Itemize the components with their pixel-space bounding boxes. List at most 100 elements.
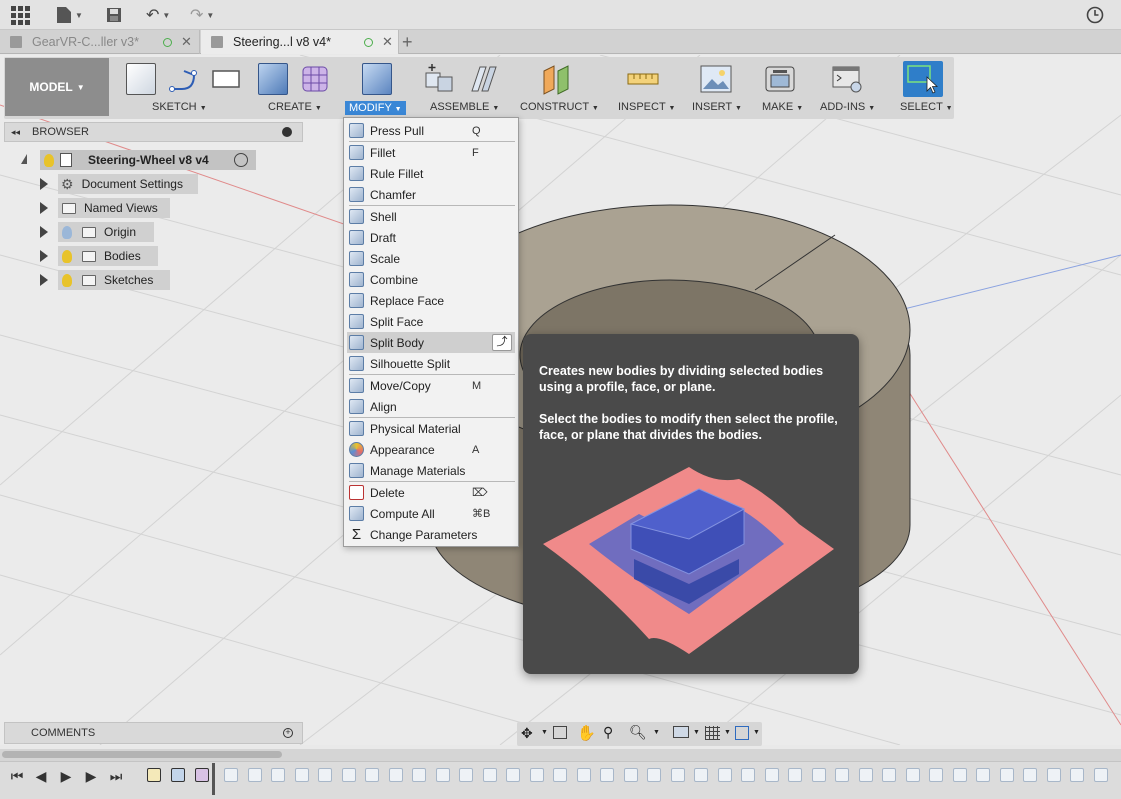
select-group-label[interactable]: SELECT ▼ [900, 101, 953, 113]
scroll-thumb[interactable] [2, 751, 282, 758]
timeline-split-feature[interactable] [195, 768, 209, 782]
timeline-sketch-feature[interactable] [147, 768, 161, 782]
go-to-end-icon[interactable]: ⏭ [108, 768, 124, 784]
timeline-feature[interactable] [459, 768, 473, 782]
comments-panel-header[interactable]: COMMENTS + [4, 722, 303, 744]
tree-item-origin[interactable]: Origin [58, 222, 154, 242]
press-pull-icon[interactable] [362, 63, 392, 95]
zoom-icon[interactable]: ⚲ [603, 724, 613, 741]
step-forward-icon[interactable]: ▶ [83, 768, 99, 784]
3d-print-icon[interactable] [764, 63, 795, 95]
timeline-feature[interactable] [1047, 768, 1061, 782]
file-menu-icon[interactable]: ▼ [56, 5, 83, 25]
timeline-feature[interactable] [835, 768, 849, 782]
expand-arrow-icon[interactable] [40, 226, 48, 238]
timeline-feature[interactable] [271, 768, 285, 782]
go-to-start-icon[interactable]: ⏮ [9, 768, 25, 784]
close-tab-icon[interactable]: ✕ [382, 34, 393, 50]
tab-steering-wheel[interactable]: Steering...l v8 v4* ✕ [201, 30, 399, 54]
timeline-feature[interactable] [389, 768, 403, 782]
menu-item-chamfer[interactable]: Chamfer [347, 184, 515, 205]
look-at-icon[interactable] [553, 726, 567, 739]
save-icon[interactable] [106, 5, 122, 25]
visibility-bulb-icon[interactable] [62, 273, 72, 287]
inspect-group-label[interactable]: INSPECT ▼ [618, 101, 675, 113]
pin-to-toolbar-icon[interactable]: ⤴ [492, 334, 512, 351]
expand-arrow-icon[interactable] [40, 178, 48, 190]
timeline-feature[interactable] [530, 768, 544, 782]
tree-item-sketches[interactable]: Sketches [58, 270, 170, 290]
timeline-feature[interactable] [976, 768, 990, 782]
orbit-icon[interactable]: ✥ [521, 725, 533, 742]
construct-group-label[interactable]: CONSTRUCT ▼ [520, 101, 599, 113]
addins-group-label[interactable]: ADD-INS ▼ [820, 101, 875, 113]
tree-item-named-views[interactable]: Named Views [58, 198, 170, 218]
timeline-feature[interactable] [506, 768, 520, 782]
timeline-feature[interactable] [647, 768, 661, 782]
timeline-feature[interactable] [671, 768, 685, 782]
menu-item-split-face[interactable]: Split Face [347, 311, 515, 332]
timeline-feature[interactable] [624, 768, 638, 782]
expand-arrow-icon[interactable] [40, 202, 48, 214]
timeline-feature[interactable] [248, 768, 262, 782]
timeline-feature[interactable] [1000, 768, 1014, 782]
timeline-feature[interactable] [318, 768, 332, 782]
step-back-icon[interactable]: ◀ [33, 768, 49, 784]
timeline-feature[interactable] [577, 768, 591, 782]
apps-grid-icon[interactable] [10, 5, 30, 25]
offset-plane-icon[interactable] [542, 63, 572, 95]
visibility-bulb-icon[interactable] [62, 225, 72, 239]
timeline-feature[interactable] [1070, 768, 1084, 782]
joint-icon[interactable] [468, 63, 498, 95]
measure-icon[interactable] [627, 63, 659, 95]
timeline-extrude-feature[interactable] [171, 768, 185, 782]
modify-group-label[interactable]: MODIFY ▼ [345, 101, 406, 115]
tree-root-item[interactable]: Steering-Wheel v8 v4 [40, 150, 256, 170]
timeline-feature[interactable] [295, 768, 309, 782]
timeline-feature[interactable] [953, 768, 967, 782]
timeline-feature[interactable] [342, 768, 356, 782]
timeline-feature[interactable] [906, 768, 920, 782]
timeline-feature[interactable] [694, 768, 708, 782]
timeline-feature[interactable] [718, 768, 732, 782]
tree-item-document-settings[interactable]: ⚙ Document Settings [58, 174, 198, 194]
timeline-marker[interactable] [212, 763, 215, 795]
tree-item-bodies[interactable]: Bodies [58, 246, 158, 266]
activate-component-icon[interactable] [234, 153, 248, 167]
redo-icon[interactable]: ↷ ▼ [190, 5, 214, 25]
timeline-feature[interactable] [553, 768, 567, 782]
undo-icon[interactable]: ↶ ▼ [146, 5, 170, 25]
timeline-feature[interactable] [765, 768, 779, 782]
pan-hand-icon[interactable]: ✋ [577, 724, 596, 742]
tab-gearvr-controller[interactable]: GearVR-C...ller v3* ✕ [0, 30, 200, 54]
new-tab-plus-icon[interactable]: + [402, 32, 413, 53]
play-icon[interactable]: ▶ [58, 768, 74, 784]
visibility-bulb-icon[interactable] [62, 249, 72, 263]
menu-item-shell[interactable]: Shell [347, 206, 515, 227]
timeline-feature[interactable] [224, 768, 238, 782]
insert-group-label[interactable]: INSERT ▼ [692, 101, 742, 113]
timeline-feature[interactable] [882, 768, 896, 782]
minimize-panel-icon[interactable] [282, 127, 292, 137]
timeline-feature[interactable] [412, 768, 426, 782]
menu-item-combine[interactable]: Combine [347, 269, 515, 290]
menu-item-split-body[interactable]: Split Body ⤴ [347, 332, 515, 353]
timeline-feature[interactable] [365, 768, 379, 782]
zoom-window-icon[interactable]: 🔍︎ [629, 724, 647, 741]
scripts-addins-icon[interactable] [832, 63, 862, 95]
menu-item-silhouette-split[interactable]: Silhouette Split [347, 353, 515, 374]
viewports-icon[interactable] [735, 726, 749, 740]
menu-item-draft[interactable]: Draft [347, 227, 515, 248]
expand-arrow-icon[interactable] [40, 274, 48, 286]
extrude-icon[interactable] [258, 63, 288, 95]
collapse-panel-icon[interactable]: ◂◂ [11, 127, 20, 138]
timeline-feature[interactable] [788, 768, 802, 782]
assemble-group-label[interactable]: ASSEMBLE ▼ [430, 101, 499, 113]
menu-item-physical-material[interactable]: Physical Material [347, 418, 515, 439]
workspace-model-button[interactable]: MODEL ▼ [5, 58, 109, 116]
rectangle-tool-icon[interactable] [210, 63, 240, 95]
close-tab-icon[interactable]: ✕ [181, 34, 192, 50]
menu-item-rule-fillet[interactable]: Rule Fillet [347, 163, 515, 184]
line-tool-icon[interactable] [168, 63, 198, 95]
make-group-label[interactable]: MAKE ▼ [762, 101, 803, 113]
